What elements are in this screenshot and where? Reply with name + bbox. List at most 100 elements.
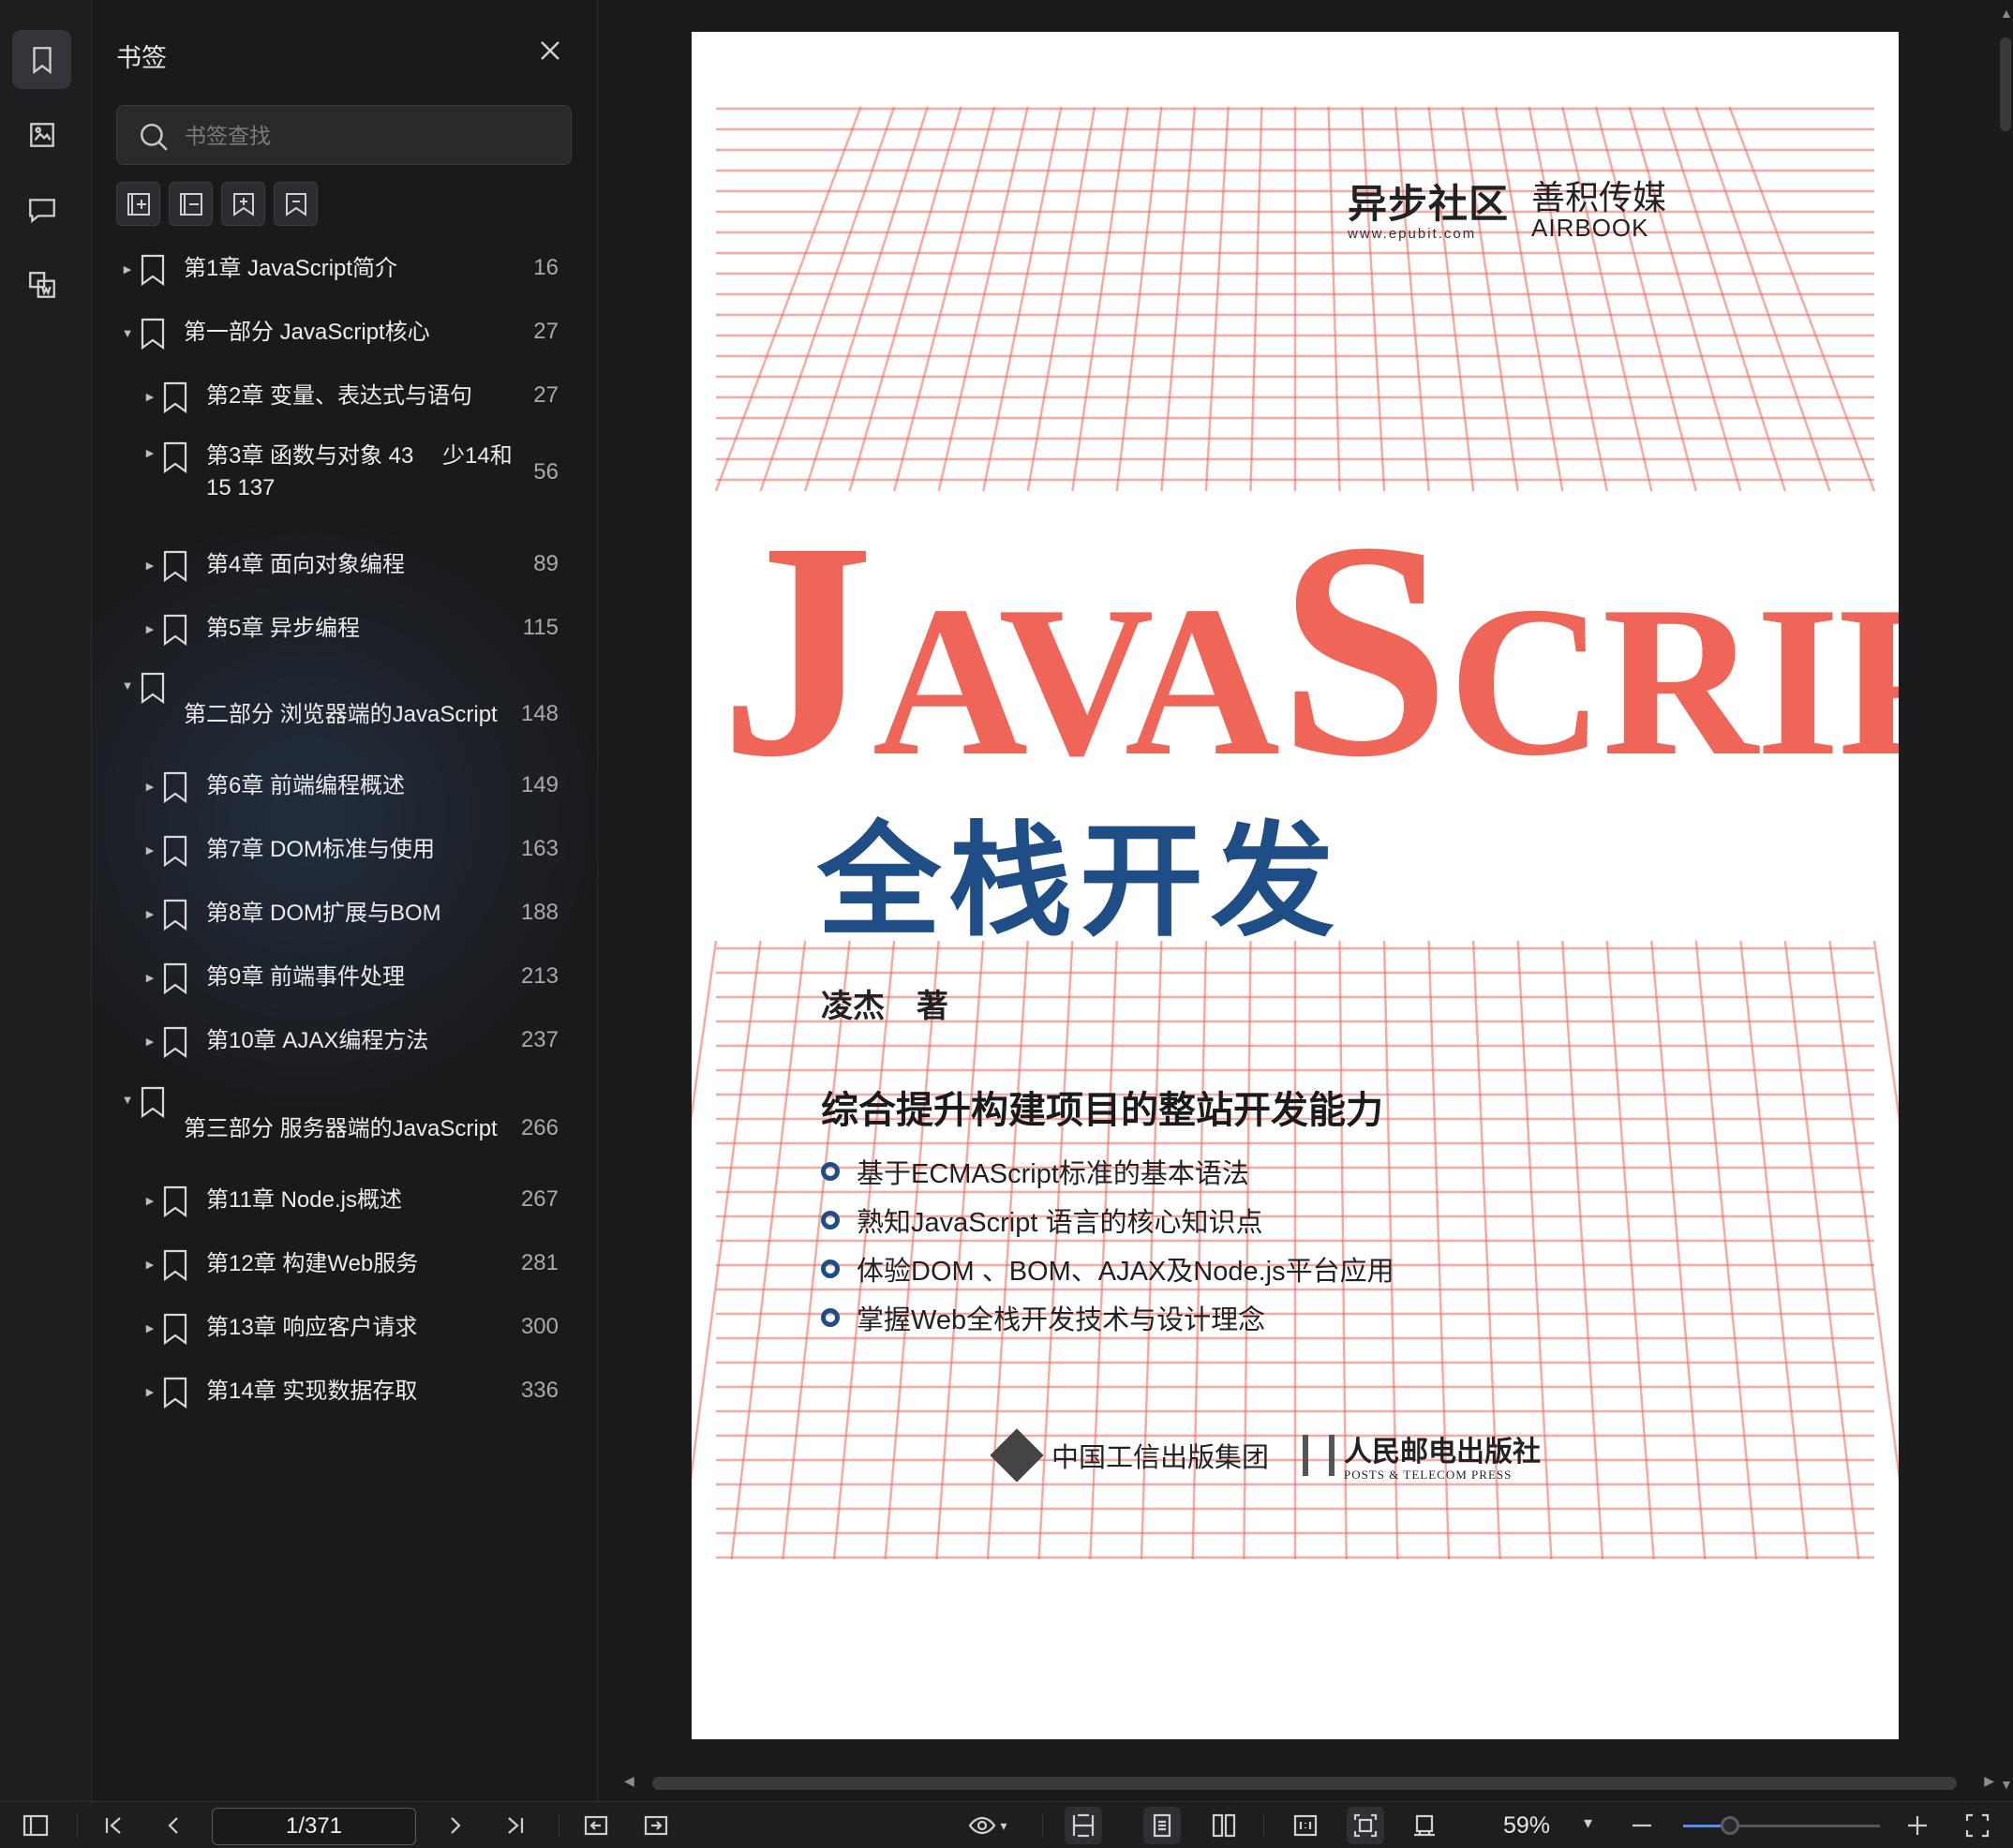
cover-bullets: 基于ECMAScript标准的基本语法 熟知JavaScript 语言的核心知识… [821,1147,1394,1342]
scroll-up-arrow-icon[interactable]: ▲ [2000,6,2013,21]
two-page-button[interactable] [1205,1807,1243,1844]
comment-panel-button[interactable] [12,180,71,239]
expand-triangle-down-icon[interactable]: ▼ [120,1093,135,1108]
zoom-out-button[interactable] [1623,1807,1661,1844]
bookmark-item[interactable]: ▶ 第4章 面向对象编程 89 [92,547,597,585]
fit-width-button[interactable] [1065,1807,1102,1844]
zoom-slider-knob[interactable] [1721,1816,1740,1835]
expand-triangle-right-icon[interactable]: ▶ [142,780,157,795]
bookmark-item[interactable]: ▶ 第14章 实现数据存取 336 [92,1374,597,1411]
thumbnail-panel-button[interactable] [12,105,71,164]
expand-all-icon [127,192,150,216]
add-bookmark-button[interactable] [221,182,265,226]
bookmark-search-input[interactable] [185,115,550,156]
page-number-field[interactable]: 1/371 [212,1808,416,1845]
bookmark-item[interactable]: ▼ 第三部分 服务器端的JavaScript 266 [92,1086,597,1149]
bookmark-label: 第4章 面向对象编程 [206,552,406,577]
bullet-dot-icon [821,1259,840,1278]
grid-line [1361,106,1386,492]
bookmark-item[interactable]: ▶ 第5章 异步编程 115 [92,611,597,648]
expand-all-button[interactable] [116,182,160,226]
grid-line [937,106,1029,492]
zoom-slider[interactable] [1683,1816,1880,1835]
expand-triangle-right-icon[interactable]: ▶ [142,843,157,858]
bookmark-item[interactable]: ▶ 第11章 Node.js概述 267 [92,1183,597,1220]
expand-triangle-right-icon[interactable]: ▶ [142,390,157,405]
grid-line [1650,940,1707,1560]
expand-triangle-right-icon[interactable]: ▶ [142,559,157,574]
back-button[interactable] [577,1807,615,1844]
scroll-left-arrow-icon[interactable]: ◀ [624,1773,634,1789]
bookmark-item[interactable]: ▶ 第2章 变量、表达式与语句 27 [92,379,597,416]
bookmark-item[interactable]: ▼ 第二部分 浏览器端的JavaScript 148 [92,672,597,735]
epubit-url: www.epubit.com [1348,225,1477,242]
bookmark-item[interactable]: ▼ 第一部分 JavaScript核心 27 [92,315,597,352]
expand-triangle-right-icon[interactable]: ▶ [142,446,157,461]
vertical-scrollbar-thumb[interactable] [2000,37,2011,131]
collapse-all-icon [179,192,202,216]
bookmark-label: 第8章 DOM扩展与BOM [206,901,441,926]
grid-line [1561,106,1653,492]
bookmark-toolbar [116,182,318,226]
bookmark-label: 第12章 构建Web服务 [206,1251,419,1276]
expand-triangle-right-icon[interactable]: ▶ [142,907,157,922]
single-page-icon [1153,1813,1171,1838]
expand-triangle-right-icon[interactable]: ▶ [142,1258,157,1273]
document-viewport[interactable]: 异步社区 www.epubit.com 善积传媒 AIRBOOK JAVASCR… [598,0,2013,1801]
bookmark-item[interactable]: ▶ 第13章 响应客户请求 300 [92,1310,597,1348]
panel-title: 书签 [116,44,167,72]
bookmark-item[interactable]: ▶ 第6章 前端编程概述 149 [92,768,597,806]
first-page-button[interactable] [95,1807,132,1844]
expand-triangle-right-icon[interactable]: ▶ [142,1385,157,1400]
zoom-dropdown-chevron-down-icon[interactable]: ▾ [1584,1813,1592,1833]
airbook-en: AIRBOOK [1531,214,1649,242]
bookmark-page-number: 336 [520,1378,559,1403]
remove-bookmark-button[interactable] [274,182,318,226]
close-panel-button[interactable] [535,36,565,66]
rotate-button[interactable] [1406,1807,1443,1844]
bookmark-item[interactable]: ▶ 第7章 DOM标准与使用 163 [92,832,597,870]
bookmark-item[interactable]: ▶ 第10章 AJAX编程方法 237 [92,1023,597,1061]
extract-panel-button[interactable] [12,255,71,314]
expand-triangle-right-icon[interactable]: ▶ [142,971,157,986]
expand-triangle-right-icon[interactable]: ▶ [142,622,157,637]
fullscreen-button[interactable] [1959,1807,1996,1844]
zoom-in-button[interactable] [1899,1807,1936,1844]
bookmark-item[interactable]: ▶ 第12章 构建Web服务 281 [92,1246,597,1284]
bookmark-item[interactable]: ▶ 第3章 函数与对象 43 少14和 15 137 56 [92,441,597,517]
last-page-button[interactable] [497,1807,534,1844]
grid-line [759,106,896,492]
actual-size-icon [1293,1814,1318,1837]
previous-page-button[interactable] [155,1807,192,1844]
view-mode-dropdown[interactable]: ▾ [958,1807,1018,1844]
toggle-sidebar-button[interactable] [17,1807,54,1844]
next-page-button[interactable] [437,1807,474,1844]
scroll-right-arrow-icon[interactable]: ▶ [1984,1773,1994,1789]
bookmark-item[interactable]: ▶ 第1章 JavaScript简介 16 [92,251,597,289]
title-part-3: S [1278,479,1451,821]
horizontal-scrollbar[interactable]: ◀ ▶ [624,1773,1994,1790]
actual-size-button[interactable] [1287,1807,1324,1844]
bookmark-item[interactable]: ▶ 第8章 DOM扩展与BOM 188 [92,896,597,933]
single-page-button[interactable] [1143,1807,1181,1844]
expand-triangle-right-icon[interactable]: ▶ [142,1035,157,1050]
bookmark-page-number: 266 [520,1115,559,1140]
chevron-left-icon [168,1817,178,1834]
scroll-down-arrow-icon[interactable]: ▼ [2000,1777,2013,1792]
bookmark-panel-button[interactable] [12,30,71,89]
horizontal-scrollbar-thumb[interactable] [652,1777,1957,1790]
eye-icon [969,1816,996,1835]
bookmark-label: 第2章 变量、表达式与语句 [206,383,473,409]
expand-triangle-down-icon[interactable]: ▼ [120,678,135,693]
expand-triangle-down-icon[interactable]: ▼ [120,326,135,341]
collapse-all-button[interactable] [169,182,213,226]
airbook-logo: 善积传媒 AIRBOOK [1531,171,1666,243]
fit-page-button[interactable] [1347,1807,1384,1844]
forward-button[interactable] [637,1807,675,1844]
grid-line [1728,106,1876,492]
zoom-level[interactable]: 59% [1503,1812,1550,1840]
expand-triangle-right-icon[interactable]: ▶ [120,262,135,277]
expand-triangle-right-icon[interactable]: ▶ [142,1194,157,1209]
expand-triangle-right-icon[interactable]: ▶ [142,1321,157,1336]
bookmark-item[interactable]: ▶ 第9章 前端事件处理 213 [92,960,597,997]
